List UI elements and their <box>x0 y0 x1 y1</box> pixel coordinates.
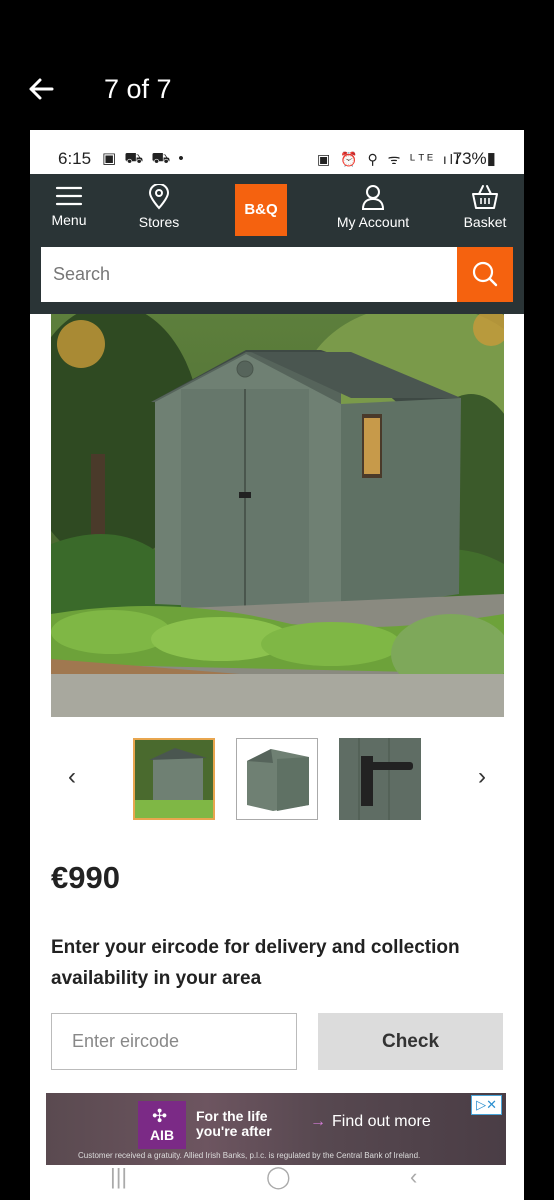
phone-screenshot: 6:15 ▣ ⛟ ⛟ • ▣ ⏰ ⚲ ᯤ ᴸᵀᴱ ıll 73%▮ Menu S… <box>30 130 524 1200</box>
image-thumbnails: ‹ › <box>30 735 524 825</box>
status-time: 6:15 <box>58 149 92 168</box>
thumbnail-2[interactable] <box>236 738 318 820</box>
arrow-right-icon: → <box>310 1113 326 1130</box>
home-button[interactable]: ◯ <box>266 1164 291 1190</box>
system-status-icons: ▣ ⏰ ⚲ ᯤ ᴸᵀᴱ ıll <box>317 151 462 167</box>
menu-button[interactable]: Menu <box>30 184 114 228</box>
stores-button[interactable]: Stores <box>114 184 204 230</box>
check-button[interactable]: Check <box>318 1013 503 1070</box>
basket-button[interactable]: Basket <box>440 184 524 230</box>
back-button[interactable]: ‹ <box>410 1164 417 1190</box>
user-icon <box>361 185 385 210</box>
basket-icon <box>472 185 498 209</box>
aib-advertisement[interactable]: ✣ AIB For the life you're after → Find ou… <box>46 1093 506 1165</box>
location-pin-icon <box>148 184 170 210</box>
search-button[interactable] <box>457 247 513 302</box>
battery-indicator: 73%▮ <box>452 149 496 168</box>
product-main-image[interactable] <box>51 314 504 717</box>
search-bar <box>30 244 524 314</box>
find-out-more-label: Find out more <box>332 1113 431 1130</box>
my-account-button[interactable]: My Account <box>328 184 418 230</box>
image-viewer-header: 7 of 7 <box>0 0 554 130</box>
aib-mark-icon: ✣ <box>152 1106 168 1126</box>
find-out-more-link[interactable]: → Find out more <box>310 1113 431 1131</box>
hamburger-icon <box>55 186 83 206</box>
search-input[interactable] <box>41 247 457 302</box>
ad-choices-icon[interactable]: ▷✕ <box>471 1095 502 1115</box>
image-counter: 7 of 7 <box>104 74 172 104</box>
previous-image-button[interactable]: ‹ <box>60 763 84 791</box>
bq-logo[interactable]: B&Q <box>235 184 287 236</box>
basket-label: Basket <box>463 214 507 230</box>
arrow-left-icon[interactable] <box>26 74 56 104</box>
aib-logo: ✣ AIB <box>138 1101 186 1149</box>
my-account-label: My Account <box>336 214 410 230</box>
ad-disclaimer: Customer received a gratuity. Allied Iri… <box>78 1151 421 1160</box>
system-navigation-bar: ||| ◯ ‹ <box>30 1162 524 1198</box>
eircode-input[interactable] <box>51 1013 297 1070</box>
status-bar: 6:15 ▣ ⛟ ⛟ • ▣ ⏰ ⚲ ᯤ ᴸᵀᴱ ıll 73%▮ <box>30 130 524 174</box>
recents-button[interactable]: ||| <box>110 1164 127 1190</box>
aib-brand: AIB <box>149 1127 175 1143</box>
thumbnail-3[interactable] <box>339 738 421 820</box>
menu-label: Menu <box>51 212 87 228</box>
ad-tagline: For the life you're after <box>196 1108 272 1139</box>
app-header: Menu Stores B&Q My Account Basket <box>30 174 524 244</box>
thumbnail-1[interactable] <box>133 738 215 820</box>
notification-icons: ▣ ⛟ ⛟ • <box>102 150 186 167</box>
product-price: €990 <box>51 860 120 895</box>
search-icon <box>472 261 498 287</box>
stores-label: Stores <box>138 214 180 230</box>
next-image-button[interactable]: › <box>470 763 494 791</box>
eircode-prompt: Enter your eircode for delivery and coll… <box>51 937 460 989</box>
